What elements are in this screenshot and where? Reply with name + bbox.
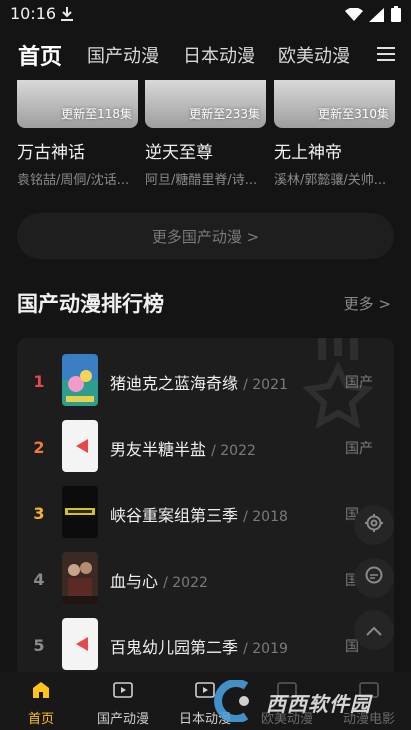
bottom-nav-home[interactable]: 首页: [0, 672, 82, 730]
rank-year: / 2022: [163, 575, 208, 591]
chevron-up-icon: [366, 621, 382, 640]
rank-title: 峡谷重案组第三季: [110, 506, 239, 525]
bottom-nav-domestic[interactable]: 国产动漫: [82, 672, 164, 730]
tab-domestic-anime[interactable]: 国产动漫: [87, 42, 159, 68]
ranking-row[interactable]: 3 峡谷重案组第三季 / 2018 国: [17, 486, 394, 542]
download-icon: [60, 6, 74, 26]
settings-float-button[interactable]: [354, 505, 394, 545]
rank-title-line: 峡谷重案组第三季 / 2018: [110, 502, 288, 526]
card-cast: 阿旦/糖醋里脊/诗...: [145, 173, 257, 188]
rank-title: 猪迪克之蓝海奇缘: [110, 374, 239, 393]
ranking-section-title: 国产动漫排行榜: [17, 292, 164, 316]
rank-genre: 国产: [345, 441, 373, 457]
card-title: 无上神帝: [274, 143, 342, 163]
card-cast: 溪林/郭懿骧/关帅...: [274, 173, 386, 188]
menu-icon[interactable]: [377, 46, 395, 66]
anime-card-row: 更新至118集 万古神话 袁铭喆/周侗/沈话... 更新至233集 逆天至尊 阿…: [0, 80, 411, 190]
site-watermark: 西西软件园: [214, 679, 394, 723]
battery-icon: [391, 6, 401, 26]
wifi-icon: [345, 6, 363, 26]
ranking-row[interactable]: 4 血与心 / 2022 国: [17, 552, 394, 608]
watermark-text: 西西软件园: [266, 692, 371, 716]
rank-number: 5: [33, 636, 45, 655]
rank-title-line: 男友半糖半盐 / 2022: [110, 436, 256, 460]
scroll-top-button[interactable]: [354, 610, 394, 650]
tab-home[interactable]: 首页: [18, 39, 62, 71]
anime-card[interactable]: 更新至310集 无上神帝 溪林/郭懿骧/关帅...: [274, 80, 395, 188]
rank-year: / 2021: [243, 377, 288, 393]
home-icon: [31, 680, 51, 704]
poster-thumbnail: [62, 354, 98, 406]
rank-title-line: 百鬼幼儿园第二季 / 2019: [110, 634, 288, 658]
card-thumbnail: 更新至118集: [17, 80, 138, 128]
card-thumbnail: 更新至233集: [145, 80, 266, 128]
tab-japanese-anime[interactable]: 日本动漫: [183, 42, 255, 68]
status-indicators: [345, 6, 401, 26]
poster-thumbnail: [62, 486, 98, 538]
anime-card[interactable]: 更新至233集 逆天至尊 阿旦/糖醋里脊/诗...: [145, 80, 266, 188]
rank-number: 3: [33, 504, 45, 523]
ranking-list: 1 猪迪克之蓝海奇缘 / 2021 国产 2 男友半糖半盐 / 2022 国产 …: [17, 338, 394, 678]
rank-number: 2: [33, 438, 45, 457]
ranking-row[interactable]: 2 男友半糖半盐 / 2022 国产: [17, 420, 394, 476]
feedback-float-button[interactable]: [354, 558, 394, 598]
anime-card[interactable]: 更新至118集 万古神话 袁铭喆/周侗/沈话...: [17, 80, 138, 188]
card-title: 逆天至尊: [145, 143, 213, 163]
rank-number: 1: [33, 372, 45, 391]
tab-western-anime[interactable]: 欧美动漫: [278, 42, 350, 68]
message-icon: [364, 566, 384, 590]
rank-genre: 国产: [345, 375, 373, 391]
bottom-nav-label: 国产动漫: [96, 712, 149, 727]
ranking-row[interactable]: 5 百鬼幼儿园第二季 / 2019 国: [17, 618, 394, 674]
card-cast: 袁铭喆/周侗/沈话...: [17, 173, 129, 188]
poster-thumbnail: [62, 552, 98, 604]
ranking-row[interactable]: 1 猪迪克之蓝海奇缘 / 2021 国产: [17, 354, 394, 410]
status-bar: 10:16: [0, 0, 411, 28]
episode-badge: 更新至310集: [318, 107, 389, 121]
more-domestic-button[interactable]: 更多国产动漫 >: [17, 213, 394, 259]
top-nav: 首页 国产动漫 日本动漫 欧美动漫: [0, 30, 411, 78]
rank-year: / 2018: [243, 509, 288, 525]
rank-year: / 2022: [211, 443, 256, 459]
rank-year: / 2019: [243, 641, 288, 657]
signal-icon: [369, 7, 385, 26]
card-title: 万古神话: [17, 143, 85, 163]
rank-title: 百鬼幼儿园第二季: [110, 638, 239, 657]
card-thumbnail: 更新至310集: [274, 80, 395, 128]
bottom-nav-label: 首页: [27, 712, 54, 727]
ranking-more-link[interactable]: 更多 >: [344, 293, 391, 314]
rank-title: 血与心: [110, 572, 159, 591]
rank-title-line: 猪迪克之蓝海奇缘 / 2021: [110, 370, 288, 394]
rank-title-line: 血与心 / 2022: [110, 568, 208, 592]
poster-thumbnail: [62, 420, 98, 472]
episode-badge: 更新至118集: [61, 107, 132, 121]
episode-badge: 更新至233集: [189, 107, 260, 121]
video-icon: [195, 680, 215, 704]
rank-number: 4: [33, 570, 45, 589]
watermark-logo-icon: [214, 679, 264, 726]
gear-icon: [364, 513, 384, 537]
video-icon: [113, 680, 133, 704]
status-time: 10:16: [10, 4, 57, 23]
poster-thumbnail: [62, 618, 98, 670]
rank-title: 男友半糖半盐: [110, 440, 207, 459]
